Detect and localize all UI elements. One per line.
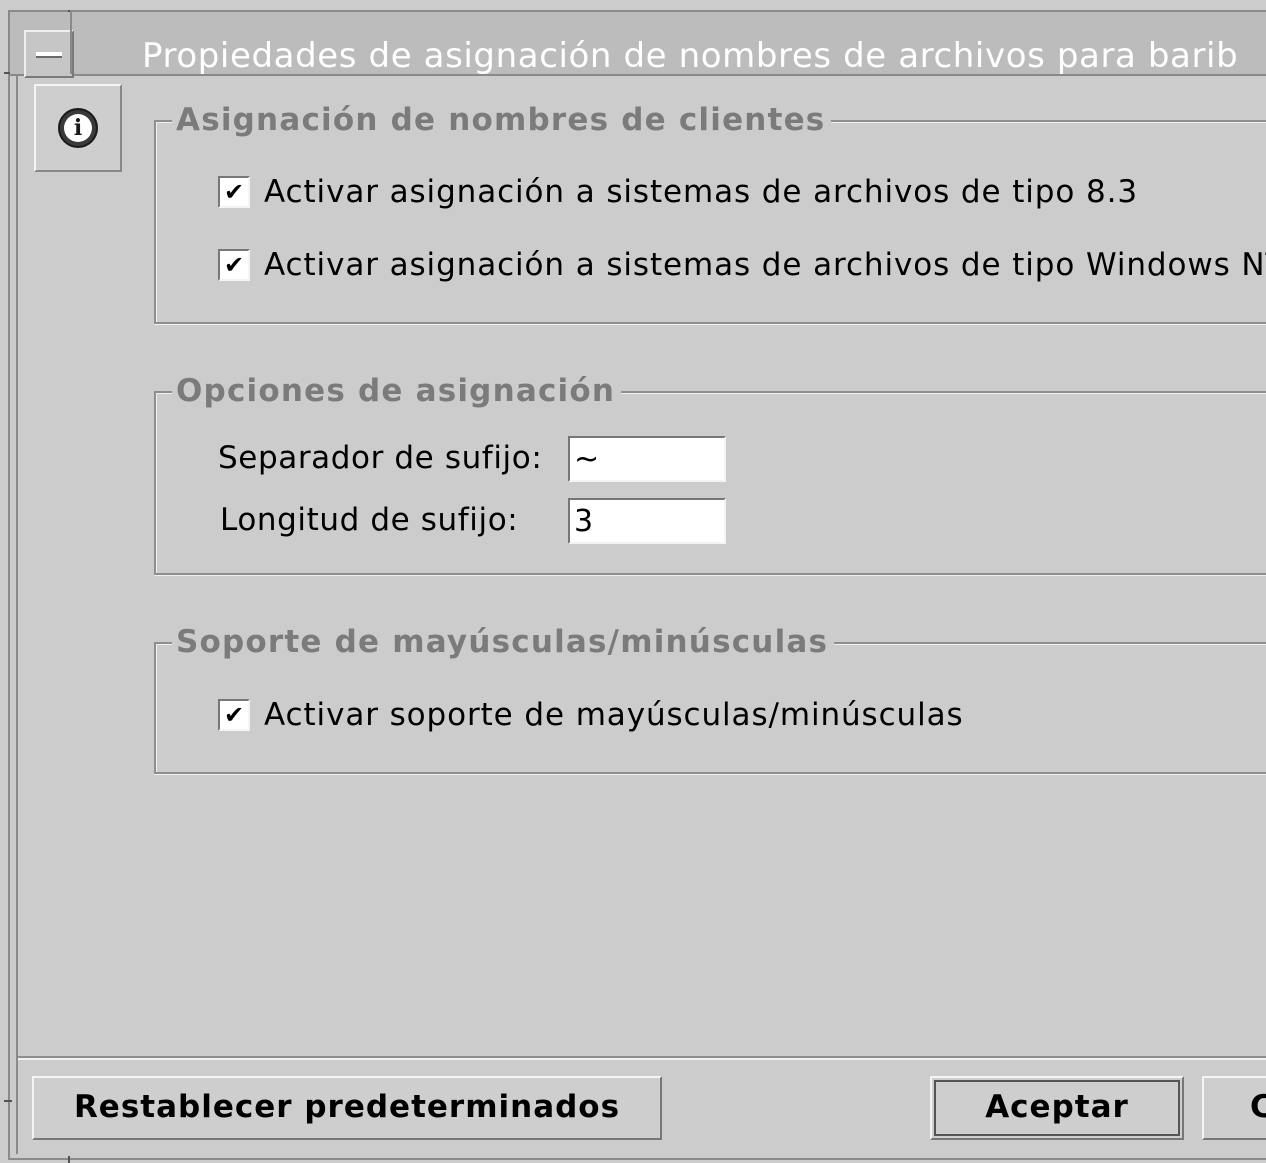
checkbox-8-3-box[interactable]: ✔ — [218, 176, 250, 208]
title-bar-separator — [70, 12, 72, 74]
window-title: Propiedades de asignación de nombres de … — [142, 36, 1239, 76]
mapping-options-group: Opciones de asignación — [154, 371, 1266, 575]
client-mapping-group-title: Asignación de nombres de clientes — [172, 100, 832, 140]
mapping-options-group-title: Opciones de asignación — [172, 371, 622, 411]
button-bar-separator — [18, 1056, 1266, 1058]
suffix-length-label: Longitud de sufijo: — [220, 502, 519, 538]
case-support-group-title: Soporte de mayúsculas/minúsculas — [172, 622, 835, 662]
info-icon-glyph: i — [64, 114, 92, 142]
checkbox-8-3-label: Activar asignación a sistemas de archivo… — [264, 174, 1138, 210]
checkbox-case-support-box[interactable]: ✔ — [218, 699, 250, 731]
frame-corner-tick — [68, 1156, 70, 1163]
suffix-separator-input[interactable] — [568, 436, 726, 482]
restore-defaults-button[interactable]: Restablecer predeterminados — [32, 1076, 662, 1140]
frame-corner-tick — [4, 1100, 12, 1102]
cancel-button[interactable]: C — [1202, 1076, 1266, 1140]
info-button[interactable]: i — [34, 84, 122, 172]
properties-dialog: Propiedades de asignación de nombres de … — [0, 0, 1266, 1163]
window-menu-bar — [36, 52, 62, 58]
suffix-separator-label: Separador de sufijo: — [218, 440, 543, 476]
window-frame-bottom — [8, 1158, 1266, 1160]
title-bar[interactable]: Propiedades de asignación de nombres de … — [10, 12, 1266, 78]
suffix-length-input[interactable] — [568, 498, 726, 544]
checkbox-windows-nt-label: Activar asignación a sistemas de archivo… — [264, 247, 1266, 283]
window-frame-left — [8, 10, 10, 1160]
info-icon: i — [58, 108, 98, 148]
window-frame-left-inner — [16, 74, 18, 1154]
window-menu-icon[interactable] — [24, 30, 74, 78]
checkbox-case-support-label: Activar soporte de mayúsculas/minúsculas — [264, 697, 964, 733]
accept-button[interactable]: Aceptar — [930, 1076, 1184, 1140]
checkbox-windows-nt-box[interactable]: ✔ — [218, 249, 250, 281]
client-mapping-group: Asignación de nombres de clientes — [154, 100, 1266, 324]
